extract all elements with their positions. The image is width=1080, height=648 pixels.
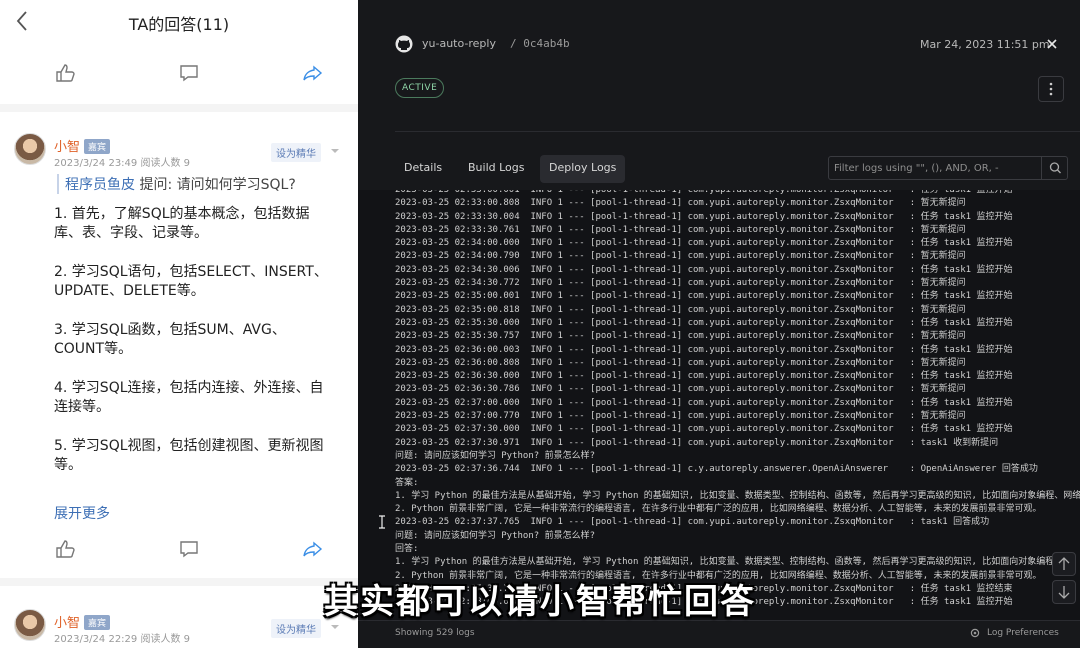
log-line: 问题: 请问应该如何学习 Python? 前景怎么样? — [395, 450, 596, 461]
log-line: 2023-03-25 02:34:30.772 INFO 1 --- [pool… — [395, 278, 966, 289]
arrow-up-icon — [1058, 557, 1070, 570]
log-line: 2023-03-25 02:33:30.004 INFO 1 --- [pool… — [395, 211, 1013, 222]
answers-panel: TA的回答(11) 小智 嘉宾 2023/3/24 23:49 阅读人数 9 设… — [0, 0, 358, 648]
tab-build-logs[interactable]: Build Logs — [468, 161, 525, 174]
log-line: 2023-03-25 02:35:30.000 INFO 1 --- [pool… — [395, 317, 1013, 328]
log-line: 2023-03-25 02:37:36.744 INFO 1 --- [pool… — [395, 464, 1038, 475]
log-line: 问题: 请问应该如何学习 Python? 前景怎么样? — [395, 530, 596, 541]
log-line: 2023-03-25 02:37:37.765 INFO 1 --- [pool… — [395, 517, 990, 528]
log-line: 2023-03-25 02:37:30.000 INFO 1 --- [pool… — [395, 424, 1013, 435]
log-line: 2023-03-25 02:36:00.003 INFO 1 --- [pool… — [395, 344, 1013, 355]
log-line: 2023-03-25 02:36:30.000 INFO 1 --- [pool… — [395, 371, 1013, 382]
repo-name[interactable]: yu-auto-reply — [422, 37, 496, 50]
log-line: 1. 学习 Python 的最佳方法是从基础开始, 学习 Python 的基础知… — [395, 557, 1073, 568]
status-badge: ACTIVE — [395, 78, 445, 98]
log-line: 2023-03-25 02:35:00.818 INFO 1 --- [pool… — [395, 304, 966, 315]
log-line: 2023-03-25 02:35:30.757 INFO 1 --- [pool… — [395, 331, 966, 342]
thumbs-up-icon[interactable] — [54, 538, 76, 560]
set-featured-button[interactable]: 设为精华 — [271, 143, 321, 162]
post-actions-row — [0, 58, 358, 88]
log-filter — [828, 156, 1068, 180]
filter-search-button[interactable] — [1041, 157, 1068, 179]
question-quote: 程序员鱼皮 提问: 请问如何学习SQL? — [57, 174, 296, 194]
section-divider — [0, 104, 358, 112]
thumbs-up-icon[interactable] — [54, 62, 76, 84]
log-line: 1. 学习 Python 的最佳方法是从基础开始, 学习 Python 的基础知… — [395, 490, 1080, 501]
tab-deploy-logs[interactable]: Deploy Logs — [540, 155, 626, 183]
log-line: 2023-03-25 02:36:30.786 INFO 1 --- [pool… — [395, 384, 966, 395]
commit-hash[interactable]: / 0c4ab4b — [510, 37, 570, 50]
log-line: 2023-03-25 02:34:00.790 INFO 1 --- [pool… — [395, 251, 966, 262]
username[interactable]: 小智 — [54, 136, 80, 155]
deploy-date: Mar 24, 2023 11:51 pm — [920, 38, 1050, 51]
log-line: 2023-03-25 02:36:00.808 INFO 1 --- [pool… — [395, 357, 966, 368]
asker-name[interactable]: 程序员鱼皮 — [65, 177, 135, 193]
share-icon[interactable] — [302, 62, 324, 84]
log-line: 2023-03-25 02:37:00.000 INFO 1 --- [pool… — [395, 397, 1013, 408]
log-viewer[interactable]: 2023-03-25 02:33:00.001 INFO 1 --- [pool… — [358, 190, 1080, 620]
gear-icon[interactable] — [969, 627, 981, 639]
log-line: 2023-03-25 02:33:00.808 INFO 1 --- [pool… — [395, 198, 966, 209]
text-cursor-icon — [379, 515, 385, 529]
avatar[interactable] — [14, 133, 46, 165]
post-meta: 2023/3/24 22:29 阅读人数 9 — [54, 634, 190, 645]
log-line: 答案: — [395, 477, 419, 488]
log-line: 2023-03-25 02:37:00.770 INFO 1 --- [pool… — [395, 411, 966, 422]
question-text: 提问: 请问如何学习SQL? — [135, 177, 296, 193]
comment-icon[interactable] — [178, 538, 200, 560]
answer-paragraph: 3. 学习SQL函数，包括SUM、AVG、COUNT等。 — [54, 322, 286, 357]
top-bar: TA的回答(11) — [0, 0, 358, 44]
log-lines: 2023-03-25 02:33:00.001 INFO 1 --- [pool… — [395, 190, 1080, 610]
tab-details[interactable]: Details — [404, 161, 442, 174]
scroll-top-button[interactable] — [1052, 552, 1076, 576]
caret-down-icon[interactable] — [330, 623, 340, 631]
log-count: Showing 529 logs — [395, 628, 475, 638]
share-icon[interactable] — [302, 538, 324, 560]
log-line: 2023-03-25 02:34:00.000 INFO 1 --- [pool… — [395, 238, 1013, 249]
more-options-button[interactable] — [1038, 76, 1064, 102]
answer-paragraph: 4. 学习SQL连接，包括内连接、外连接、自连接等。 — [54, 380, 324, 415]
post-meta: 2023/3/24 23:49 阅读人数 9 — [54, 158, 190, 169]
github-icon — [395, 35, 413, 53]
filter-logs-input[interactable] — [829, 157, 1039, 179]
log-line: 2023-03-25 02:33:00.001 INFO 1 --- [pool… — [395, 190, 1013, 195]
page-title: TA的回答(11) — [128, 15, 230, 34]
post-actions-row — [0, 534, 358, 564]
more-vertical-icon — [1049, 82, 1053, 96]
answer-paragraph: 5. 学习SQL视图，包括创建视图、更新视图等。 — [54, 438, 324, 473]
log-preferences-button[interactable]: Log Preferences — [987, 628, 1059, 638]
guest-badge: 嘉宾 — [84, 139, 111, 154]
log-line: 2. Python 前景非常广阔, 它是一种非常流行的编程语言, 在许多行业中都… — [395, 504, 1042, 515]
caret-down-icon[interactable] — [330, 147, 340, 155]
close-icon[interactable] — [1046, 38, 1058, 50]
answer-body: 1. 首先，了解SQL的基本概念，包括数据库、表、字段、记录等。 2. 学习SQ… — [54, 205, 334, 495]
header-divider — [395, 131, 1080, 132]
video-subtitle: 其实都可以请小智帮忙回答 — [324, 582, 756, 622]
comment-icon[interactable] — [178, 62, 200, 84]
answer-paragraph: 1. 首先，了解SQL的基本概念，包括数据库、表、字段、记录等。 — [54, 206, 310, 241]
log-line: 2023-03-25 02:34:30.006 INFO 1 --- [pool… — [395, 264, 1013, 275]
search-icon — [1049, 162, 1061, 174]
expand-more-link[interactable]: 展开更多 — [54, 503, 110, 523]
log-line: 2023-03-25 02:35:00.001 INFO 1 --- [pool… — [395, 291, 1013, 302]
answer-paragraph: 2. 学习SQL语句，包括SELECT、INSERT、UPDATE、DELETE… — [54, 264, 328, 299]
log-line: 2023-03-25 02:33:30.761 INFO 1 --- [pool… — [395, 224, 966, 235]
log-line: 2023-03-25 02:37:30.971 INFO 1 --- [pool… — [395, 437, 999, 448]
log-line: 回答: — [395, 544, 419, 555]
deployment-panel: yu-auto-reply / 0c4ab4b Mar 24, 2023 11:… — [358, 0, 1080, 648]
